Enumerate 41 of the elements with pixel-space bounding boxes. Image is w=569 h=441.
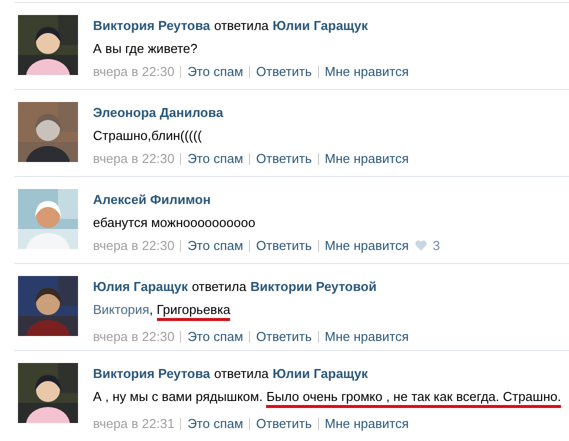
comment-text: Григорьевка <box>156 302 230 321</box>
comment-text: А , ну мы с вами рядышком. <box>93 389 264 406</box>
action-link[interactable]: Это спам <box>187 416 244 431</box>
heart-icon[interactable] <box>414 240 427 251</box>
author-link[interactable]: Виктория Реутова <box>93 366 210 381</box>
action-link[interactable]: Ответить <box>256 329 312 344</box>
comment-text: А вы где живете? <box>93 41 198 56</box>
action-link[interactable]: Ответить <box>256 416 312 431</box>
action-link[interactable]: Ответить <box>256 64 312 79</box>
comment-time: вчера в 22:30 <box>93 329 174 344</box>
action-link[interactable]: Это спам <box>187 64 244 79</box>
like-count: 3 <box>432 238 440 253</box>
reply-verb: ответила <box>214 18 269 33</box>
mention-link[interactable]: Виктория <box>93 302 150 321</box>
comment-time: вчера в 22:30 <box>93 151 174 166</box>
author-link[interactable]: Алексей Филимон <box>93 192 211 207</box>
comment-text: , <box>149 302 154 319</box>
action-link[interactable]: Ответить <box>256 238 312 253</box>
author-link[interactable]: Элеонора Данилова <box>93 105 224 120</box>
reply-verb: ответила <box>192 279 246 294</box>
action-link[interactable]: Это спам <box>187 238 244 253</box>
action-link[interactable]: Мне нравится <box>324 329 409 344</box>
author-link[interactable]: Виктория Реутова <box>93 18 210 33</box>
action-link[interactable]: Мне нравится <box>324 151 409 166</box>
reply-to-link[interactable]: Виктории Реутовой <box>250 279 377 294</box>
comment-time: вчера в 22:30 <box>93 64 174 79</box>
action-link[interactable]: Это спам <box>187 329 244 344</box>
action-link[interactable]: Мне нравится <box>324 238 409 253</box>
action-link[interactable]: Это спам <box>187 151 244 166</box>
comment-time: вчера в 22:30 <box>93 238 174 253</box>
comment-text: ебанутся можноооооооооо <box>93 215 256 230</box>
action-link[interactable]: Мне нравится <box>324 64 409 79</box>
reply-verb: ответила <box>214 366 269 381</box>
comment-text: Страшно,блин((((( <box>93 128 202 143</box>
action-link[interactable]: Мне нравится <box>324 416 409 431</box>
action-link[interactable]: Ответить <box>256 151 312 166</box>
reply-to-link[interactable]: Юлии Гаращук <box>272 18 368 33</box>
comment-time: вчера в 22:31 <box>93 416 174 431</box>
comment-text: Было очень громко , не так как всегда. Страшно. <box>266 389 562 408</box>
reply-to-link[interactable]: Юлии Гаращук <box>272 366 368 381</box>
author-link[interactable]: Юлия Гаращук <box>93 279 188 294</box>
